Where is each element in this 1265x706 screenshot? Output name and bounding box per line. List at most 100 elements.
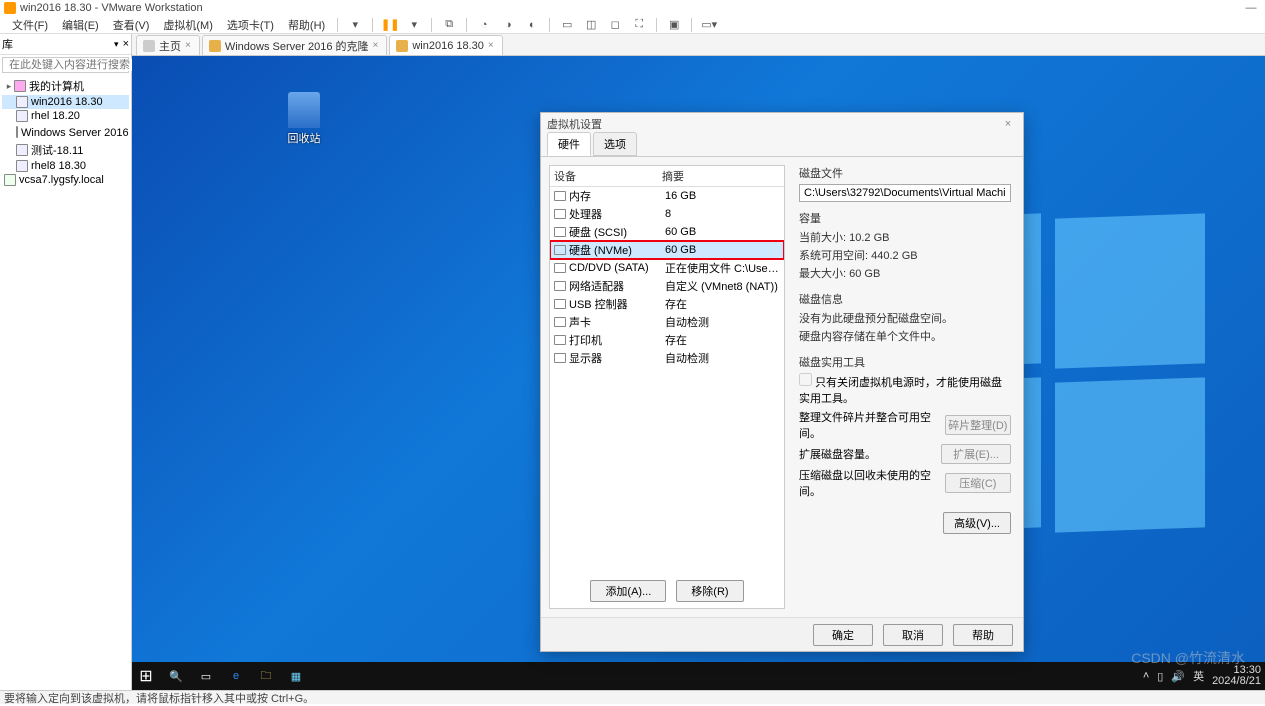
tray-lang[interactable]: 英 [1193,668,1204,684]
device-row-hdd[interactable]: 硬盘 (NVMe)60 GB [550,241,784,259]
vm-icon [16,96,28,108]
vm-item-rhel1820[interactable]: rhel 18.20 [2,109,129,123]
vm-icon [4,174,16,186]
net-icon [554,281,566,291]
defrag-text: 整理文件碎片并整合可用空间。 [799,409,945,441]
main-area: 库 ▾ × ▾ ▸ 我的计算机 win2016 18.30 rhel 18.20… [0,34,1265,690]
free-space: 系统可用空间: 440.2 GB [799,247,1011,263]
tab-home[interactable]: 主页× [136,35,200,55]
remove-device-button[interactable]: 移除(R) [676,580,743,602]
tray-date[interactable]: 2024/8/21 [1212,676,1261,687]
vm-item-winserver-clone[interactable]: Windows Server 2016 的克 [2,123,129,141]
toolbar-unity-icon[interactable]: ◻ [607,17,623,33]
toolbar-fullscreen-icon[interactable]: ⛶ [631,17,647,33]
app-titlebar: win2016 18.30 - VMware Workstation — [0,0,1265,16]
device-row-net[interactable]: 网络适配器自定义 (VMnet8 (NAT)) [550,277,784,295]
guest-taskbar: ⊞ 🔍 ▭ e 🗀 ▦ ˄ ▯ 🔊 英 13:30 2024/8/21 [132,662,1265,690]
toolbar-back-icon[interactable]: ▾ [347,17,363,33]
device-row-prn[interactable]: 打印机存在 [550,331,784,349]
search-task-icon[interactable]: 🔍 [166,666,186,686]
disp-icon [554,353,566,363]
defrag-button[interactable]: 碎片整理(D) [945,415,1011,435]
start-button[interactable]: ⊞ [136,666,156,686]
disktools-label: 磁盘实用工具 [799,354,1011,370]
toolbar-dropdown-icon[interactable]: ▾ [406,17,422,33]
menu-help[interactable]: 帮助(H) [282,16,331,34]
device-list-header: 设备 摘要 [550,166,784,187]
device-row-mem[interactable]: 内存16 GB [550,187,784,205]
vm-view: 主页× Windows Server 2016 的克隆× win2016 18.… [132,34,1265,690]
tools-poweroff-note: 只有关闭虚拟机电源时，才能使用磁盘实用工具。 [799,373,1011,406]
toolbar-pause-icon[interactable]: ❚❚ [382,17,398,33]
advanced-button[interactable]: 高级(V)... [943,512,1011,534]
toolbar-fit-window-icon[interactable]: ◫ [583,17,599,33]
toolbar-fit-guest-icon[interactable]: ▭ [559,17,575,33]
tree-root-my-computer[interactable]: ▸ 我的计算机 [2,77,129,95]
vm-item-vcsa7[interactable]: vcsa7.lygsfy.local [2,173,129,187]
tab-close-icon[interactable]: × [373,40,379,51]
toolbar-thumbnail-icon[interactable]: ▣ [666,17,682,33]
ok-button[interactable]: 确定 [813,624,873,646]
library-label: 库 [2,36,13,52]
dialog-tabs: 硬件 选项 [541,135,1023,157]
tab-win2016[interactable]: win2016 18.30× [389,35,502,55]
search-input[interactable] [9,59,151,71]
toolbar-revert-icon[interactable]: ◐ [524,17,540,33]
device-row-hdd[interactable]: 硬盘 (SCSI)60 GB [550,223,784,241]
diskfile-input[interactable] [799,184,1011,202]
device-row-disp[interactable]: 显示器自动检测 [550,349,784,367]
menu-view[interactable]: 查看(V) [107,16,156,34]
tray-volume-icon[interactable]: 🔊 [1171,670,1185,683]
taskview-icon[interactable]: ▭ [196,666,216,686]
vm-item-rhel8[interactable]: rhel8 18.30 [2,159,129,173]
toolbar-send-keys-icon[interactable]: ⧉ [441,17,457,33]
tree-root-label: 我的计算机 [29,78,84,94]
toolbar-library-icon[interactable]: ▭▾ [701,17,717,33]
vm-icon [16,126,18,138]
menu-tabs[interactable]: 选项卡(T) [221,16,280,34]
minimize-button[interactable]: — [1241,2,1261,14]
vm-item-test1811[interactable]: 测试-18.11 [2,141,129,159]
toolbar-snapshot-mgr-icon[interactable]: ◑ [500,17,516,33]
tab-close-icon[interactable]: × [488,40,494,51]
menu-edit[interactable]: 编辑(E) [56,16,105,34]
tab-hardware[interactable]: 硬件 [547,132,591,156]
device-row-cd[interactable]: CD/DVD (SATA)正在使用文件 C:\Users\32792\... [550,259,784,277]
tab-winserver-clone[interactable]: Windows Server 2016 的克隆× [202,35,388,55]
compact-button[interactable]: 压缩(C) [945,473,1011,493]
recycle-bin[interactable]: 回收站 [284,92,324,146]
device-row-snd[interactable]: 声卡自动检测 [550,313,784,331]
prn-icon [554,335,566,345]
device-row-usb[interactable]: USB 控制器存在 [550,295,784,313]
toolbar-snapshot-icon[interactable]: ◔ [476,17,492,33]
menu-vm[interactable]: 虚拟机(M) [157,16,219,34]
tab-close-icon[interactable]: × [185,40,191,51]
sidebar-close-icon[interactable]: × [123,38,129,50]
sidebar-search-box[interactable]: ▾ [2,57,129,73]
server-manager-icon[interactable]: ▦ [286,666,306,686]
expand-text: 扩展磁盘容量。 [799,446,876,462]
cancel-button[interactable]: 取消 [883,624,943,646]
ie-icon[interactable]: e [226,666,246,686]
device-row-cpu[interactable]: 处理器8 [550,205,784,223]
dialog-title: 虚拟机设置 [547,116,999,132]
library-dropdown-icon[interactable]: ▾ [114,39,119,50]
recycle-bin-icon [288,92,320,128]
device-detail-pane: 磁盘文件 容量 当前大小: 10.2 GB 系统可用空间: 440.2 GB 最… [795,165,1015,609]
expand-button[interactable]: 扩展(E)... [941,444,1011,464]
add-device-button[interactable]: 添加(A)... [590,580,666,602]
app-title: win2016 18.30 - VMware Workstation [20,2,1241,14]
expand-icon[interactable]: ▸ [4,81,14,92]
menu-file[interactable]: 文件(F) [6,16,54,34]
recycle-bin-label: 回收站 [284,130,324,146]
tab-options[interactable]: 选项 [593,132,637,156]
explorer-icon[interactable]: 🗀 [256,666,276,686]
dialog-close-icon[interactable]: × [999,118,1017,130]
status-text: 要将输入定向到该虚拟机，请将鼠标指针移入其中或按 Ctrl+G。 [4,690,314,706]
help-button[interactable]: 帮助 [953,624,1013,646]
tray-up-icon[interactable]: ˄ [1143,670,1149,682]
tray-network-icon[interactable]: ▯ [1157,670,1163,683]
vm-item-win2016[interactable]: win2016 18.30 [2,95,129,109]
capacity-label: 容量 [799,210,1011,226]
cpu-icon [554,209,566,219]
